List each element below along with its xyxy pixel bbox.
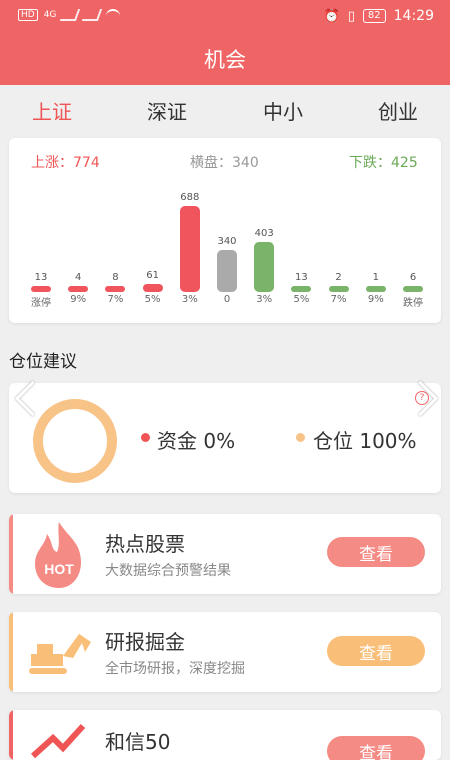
chart-bar — [31, 286, 51, 292]
position-section-title: 仓位建议 — [9, 352, 77, 372]
tab-chinext[interactable]: 创业 — [378, 96, 418, 125]
hd-icon: HD — [18, 9, 38, 21]
market-tabs: 上证 深证 中小 创业 — [0, 92, 450, 128]
card-stripe — [9, 612, 13, 692]
chart-bar — [328, 286, 349, 292]
chart-bar — [142, 284, 163, 292]
chart-bar — [254, 241, 275, 292]
card-stripe — [9, 514, 13, 594]
research-card[interactable]: 研报掘金 全市场研报，深度挖掘 查看 — [9, 612, 441, 692]
feature-title: 研报掘金 — [105, 630, 185, 654]
network-type: 4G — [43, 10, 57, 20]
chart-bar — [179, 206, 200, 292]
battery-indicator: 82 — [362, 9, 386, 23]
bar-value-label: 340 — [217, 235, 237, 247]
bar-value-label: 688 — [180, 192, 200, 203]
chart-bar — [217, 249, 237, 292]
bar-value-label: 1 — [372, 272, 379, 283]
bar-value-label: 13 — [295, 272, 308, 283]
cash-label: 资金 0% — [157, 429, 236, 453]
cash-dot — [141, 433, 150, 442]
status-bar: HD 4G ⏰ ▯ 82 14:29 — [0, 0, 450, 33]
chart-bar — [365, 286, 386, 292]
market-stats-card: 上涨：774 横盘：340 下跌：425 13 涨停 4 9% 8 7% 61 5% 688 3%… — [9, 138, 441, 323]
wifi-icon — [106, 9, 121, 21]
feature-subtitle: 大数据综合预警结果 — [105, 563, 231, 579]
tab-shanghai[interactable]: 上证 — [32, 96, 72, 125]
bar-value-label: 6 — [409, 272, 417, 283]
bar-category-label: 涨停 — [31, 298, 51, 309]
bar-category-label: 0 — [223, 294, 231, 305]
chart-bar — [68, 286, 89, 292]
bar-value-label: 8 — [112, 272, 119, 283]
bar-category-label: 7% — [330, 294, 347, 305]
bar-category-label: 7% — [107, 294, 124, 305]
card-stripe — [9, 710, 13, 760]
flame-icon: HOT — [35, 522, 81, 588]
bar-category-label: 9% — [70, 294, 87, 305]
clock: 14:29 — [393, 8, 434, 24]
chart-bar — [403, 286, 423, 292]
feature-title: 热点股票 — [105, 532, 185, 556]
vibrate-icon: ▯ — [347, 8, 355, 24]
hot-stocks-card[interactable]: HOT 热点股票 大数据综合预警结果 查看 — [9, 514, 441, 594]
bar-category-label: 3% — [256, 294, 273, 305]
hold-label: 仓位 100% — [313, 429, 417, 453]
hexin50-card[interactable]: 和信50 查看 — [9, 710, 441, 760]
bar-category-label: 3% — [181, 294, 198, 305]
position-ring — [33, 399, 117, 483]
hot-icon-text: HOT — [44, 561, 74, 577]
bar-category-label: 5% — [144, 294, 161, 305]
trend-up-icon — [30, 723, 86, 759]
view-button[interactable]: 查看 — [327, 537, 425, 567]
bar-value-label: 403 — [254, 227, 274, 239]
tab-sme[interactable]: 中小 — [263, 96, 303, 125]
signal-icon-2 — [82, 9, 103, 21]
position-card: 资金 0% 仓位 100% ? — [9, 383, 441, 493]
bar-value-label: 4 — [75, 272, 82, 283]
bar-value-label: 2 — [335, 272, 342, 283]
hold-dot — [296, 433, 305, 442]
feature-title: 和信50 — [105, 730, 171, 754]
bar-category-label: 5% — [293, 294, 310, 305]
view-button[interactable]: 查看 — [327, 736, 425, 760]
distribution-chart: 13 涨停 4 9% 8 7% 61 5% 688 3% 340 0 403 3% 13 5% 2 7% 1 9% 6 跌… — [9, 138, 441, 323]
alarm-icon: ⏰ — [323, 8, 340, 24]
bar-category-label: 跌停 — [403, 298, 423, 309]
signal-icon — [60, 9, 81, 21]
bar-category-label: 9% — [367, 294, 384, 305]
feature-subtitle: 全市场研报，深度挖掘 — [105, 661, 245, 677]
tab-shenzhen[interactable]: 深证 — [147, 96, 187, 125]
view-button[interactable]: 查看 — [327, 636, 425, 666]
chart-bar — [105, 286, 126, 292]
page-title: 机会 — [0, 33, 450, 85]
excavator-icon — [29, 634, 91, 674]
chart-bar — [291, 286, 312, 292]
bar-value-label: 13 — [34, 272, 48, 283]
bar-value-label: 61 — [146, 270, 159, 282]
